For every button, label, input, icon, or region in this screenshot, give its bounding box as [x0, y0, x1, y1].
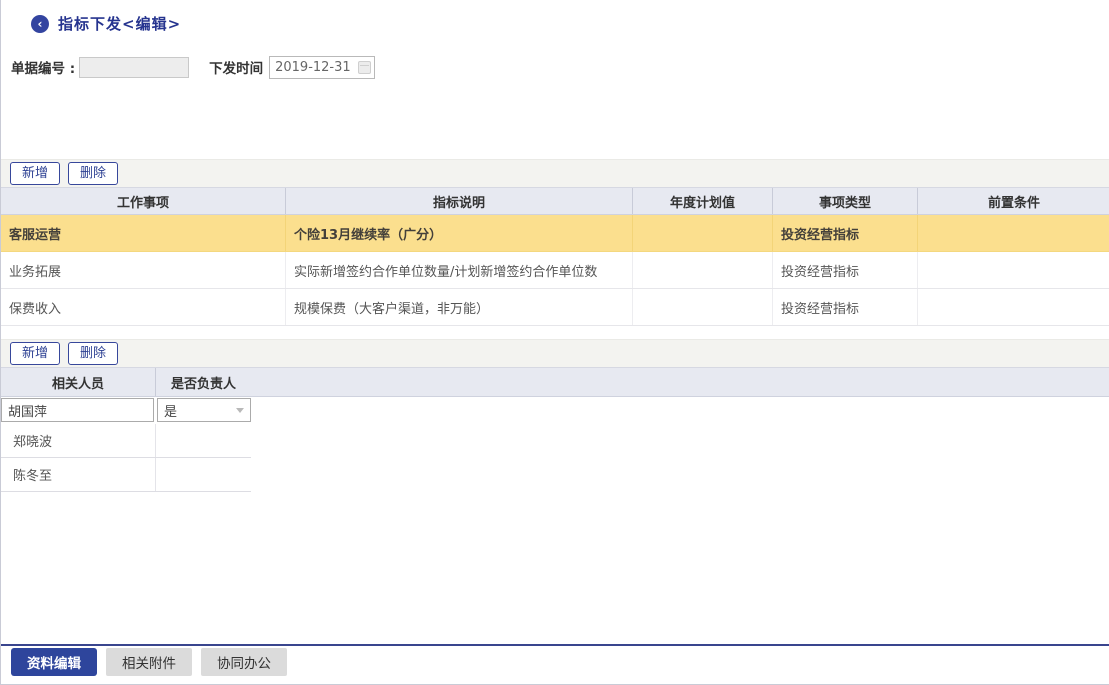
col-header-annual-plan: 年度计划值 — [633, 188, 773, 214]
personnel-add-button[interactable]: 新增 — [10, 342, 60, 365]
person-name: 陈冬至 — [1, 458, 156, 491]
cell-indicator-desc: 规模保费（大客户渠道，非万能） — [286, 289, 633, 325]
indicator-add-button[interactable]: 新增 — [10, 162, 60, 185]
cell-item-type: 投资经营指标 — [773, 252, 918, 288]
personnel-table: 相关人员 是否负责人 胡国萍 是 郑晓波 陈冬至 — [1, 367, 1109, 492]
titlebar: ‹ 指标下发<编辑> — [31, 13, 181, 34]
col-header-item-type: 事项类型 — [773, 188, 918, 214]
cell-annual-plan — [633, 252, 773, 288]
table-row[interactable]: 保费收入 规模保费（大客户渠道，非万能） 投资经营指标 — [1, 289, 1109, 326]
cell-annual-plan — [633, 215, 773, 251]
col-header-person: 相关人员 — [1, 368, 156, 396]
col-header-is-responsible: 是否负责人 — [156, 368, 251, 396]
table-row[interactable]: 胡国萍 是 — [1, 397, 1109, 424]
personnel-table-header: 相关人员 是否负责人 — [1, 367, 1109, 397]
doc-no-label: 单据编号 : — [11, 57, 75, 77]
tab-data-edit[interactable]: 资料编辑 — [11, 648, 97, 676]
cell-indicator-desc: 个险13月继续率（广分） — [286, 215, 633, 251]
calendar-icon[interactable] — [358, 61, 371, 74]
is-responsible-value: 是 — [164, 401, 177, 420]
table-row[interactable]: 郑晓波 — [1, 424, 251, 458]
indicator-table-header: 工作事项 指标说明 年度计划值 事项类型 前置条件 — [1, 187, 1109, 215]
person-name: 郑晓波 — [1, 424, 156, 457]
issue-time-label: 下发时间 — [209, 57, 263, 77]
chevron-down-icon — [236, 408, 244, 413]
cell-work-item: 业务拓展 — [1, 252, 286, 288]
cell-precondition — [918, 252, 1109, 288]
is-responsible-select[interactable]: 是 — [157, 398, 251, 422]
back-chevron-glyph: ‹ — [38, 18, 43, 30]
col-header-indicator-desc: 指标说明 — [286, 188, 633, 214]
tab-related-attachments[interactable]: 相关附件 — [106, 648, 192, 676]
cell-annual-plan — [633, 289, 773, 325]
col-header-work-item: 工作事项 — [1, 188, 286, 214]
table-row[interactable]: 业务拓展 实际新增签约合作单位数量/计划新增签约合作单位数 投资经营指标 — [1, 252, 1109, 289]
col-header-precondition: 前置条件 — [918, 188, 1109, 214]
cell-indicator-desc: 实际新增签约合作单位数量/计划新增签约合作单位数 — [286, 252, 633, 288]
personnel-table-toolbar: 新增 删除 — [1, 339, 1109, 367]
issue-time-input[interactable]: 2019-12-31 — [269, 56, 375, 79]
person-name-input[interactable]: 胡国萍 — [1, 398, 154, 422]
table-row[interactable]: 陈冬至 — [1, 458, 251, 492]
tab-collaboration[interactable]: 协同办公 — [201, 648, 287, 676]
indicator-issue-edit-page: ‹ 指标下发<编辑> 单据编号 : 下发时间 2019-12-31 新增 删除 … — [0, 0, 1109, 685]
indicator-table: 工作事项 指标说明 年度计划值 事项类型 前置条件 客服运营 个险13月继续率（… — [1, 187, 1109, 326]
cell-precondition — [918, 215, 1109, 251]
table-row[interactable]: 客服运营 个险13月继续率（广分） 投资经营指标 — [1, 215, 1109, 252]
indicator-table-toolbar: 新增 删除 — [1, 159, 1109, 187]
page-title: 指标下发<编辑> — [58, 13, 181, 34]
doc-no-input — [79, 57, 189, 78]
back-icon[interactable]: ‹ — [31, 15, 49, 33]
indicator-delete-button[interactable]: 删除 — [68, 162, 118, 185]
footer-divider — [1, 644, 1109, 646]
personnel-delete-button[interactable]: 删除 — [68, 342, 118, 365]
cell-item-type: 投资经营指标 — [773, 215, 918, 251]
issue-time-value: 2019-12-31 — [275, 60, 351, 75]
cell-item-type: 投资经营指标 — [773, 289, 918, 325]
cell-work-item: 客服运营 — [1, 215, 286, 251]
cell-precondition — [918, 289, 1109, 325]
cell-work-item: 保费收入 — [1, 289, 286, 325]
footer-tabs: 资料编辑 相关附件 协同办公 — [11, 648, 287, 676]
header-form: 单据编号 : 下发时间 2019-12-31 — [11, 55, 375, 79]
